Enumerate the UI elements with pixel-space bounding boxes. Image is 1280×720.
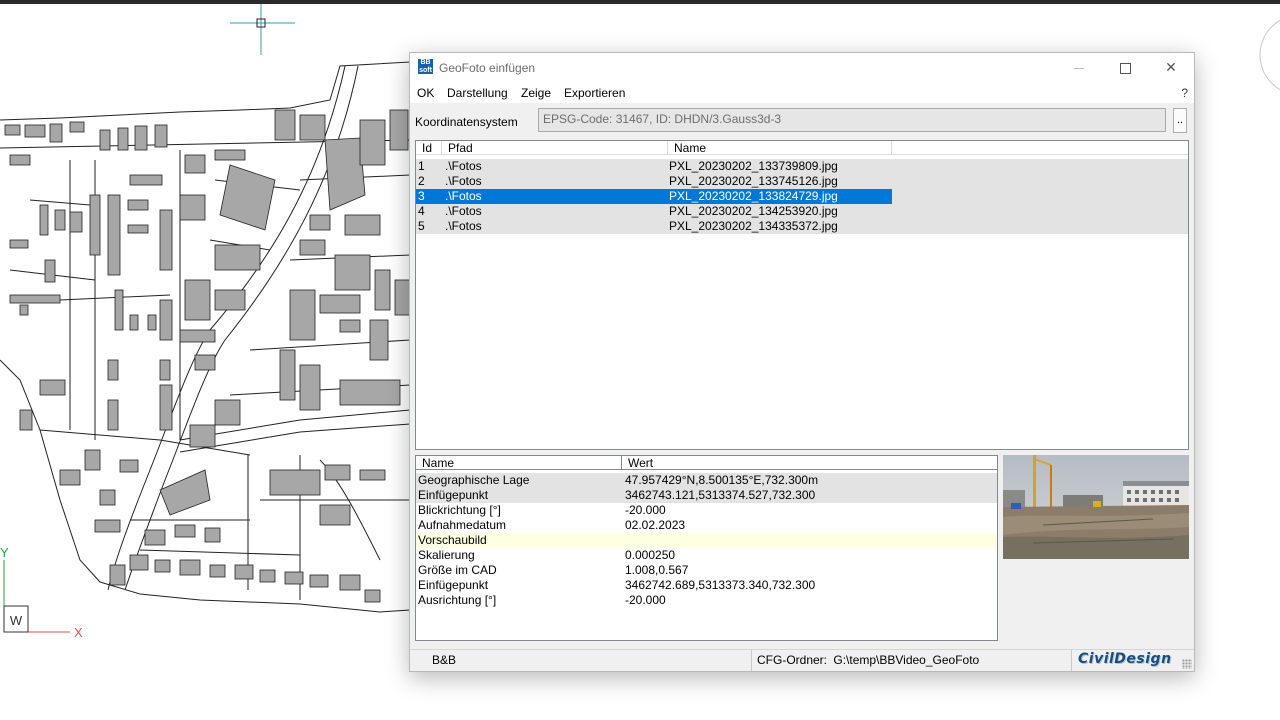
coord-system-label: Koordinatensystem [415,115,518,129]
prop-header-wert[interactable]: Wert [622,456,997,470]
property-value: 02.02.2023 [625,518,686,532]
photo-cell-name: PXL_20230202_134253920.jpg [669,204,838,218]
ucs-w-label: W [10,613,23,628]
minimize-button[interactable] [1056,53,1102,83]
ucs-x-label: X [74,625,83,640]
photo-cell-id: 2 [418,174,425,188]
crosshair-cursor [230,4,295,55]
property-value: -20.000 [625,593,666,607]
viewcube-compass[interactable] [1259,15,1280,95]
property-row[interactable]: Skalierung 0.000250 [416,548,997,563]
close-icon: ✕ [1165,59,1177,75]
photo-cell-name: PXL_20230202_133745126.jpg [669,174,838,188]
ucs-icon: W Y X [0,545,83,640]
photo-list-row[interactable]: 1 .\Fotos PXL_20230202_133739809.jpg [416,159,1188,174]
status-cfg-path: G:\temp\BBVideo_GeoFoto [833,653,980,667]
prop-header-name[interactable]: Name [416,456,622,470]
status-company: B&B [410,650,752,671]
property-value: 3462743.121,5313374.527,732.300 [625,488,816,502]
map-buildings [4,109,411,603]
title-bar[interactable]: BB soft GeoFoto einfügen ✕ [410,53,1194,83]
maximize-icon [1119,62,1131,74]
photo-list-row[interactable]: 4 .\Fotos PXL_20230202_134253920.jpg [416,204,1188,219]
photo-cell-path: .\Fotos [445,219,482,233]
property-row[interactable]: Einfügepunkt 3462743.121,5313374.527,732.… [416,488,997,503]
property-name: Skalierung [418,548,475,562]
property-name: Ausrichtung [°] [418,593,497,607]
property-row[interactable]: Ausrichtung [°] -20.000 [416,593,997,608]
col-header-pfad[interactable]: Pfad [442,141,668,155]
menu-zeige[interactable]: Zeige [521,86,551,100]
photo-row-filler [892,174,1188,189]
window-title: GeoFoto einfügen [439,61,536,75]
photo-cell-path: .\Fotos [445,159,482,173]
photo-cell-path: .\Fotos [445,189,482,203]
photo-cell-id: 4 [418,204,425,218]
col-header-filler [892,141,1188,155]
photo-row-filler [892,219,1188,234]
menu-ok[interactable]: OK [417,86,434,100]
property-row[interactable]: Größe im CAD 1.008,0.567 [416,563,997,578]
photo-row-filler [892,159,1188,174]
geofoto-dialog: BB soft GeoFoto einfügen ✕ OK Darstellung… [409,52,1195,672]
property-name: Geographische Lage [418,473,530,487]
photo-row-filler [892,189,1188,204]
property-row[interactable]: Vorschaubild [416,533,997,548]
coord-system-browse-button[interactable]: .. [1173,108,1187,133]
close-button[interactable]: ✕ [1148,53,1194,83]
property-value: 1.008,0.567 [625,563,689,577]
menu-exportieren[interactable]: Exportieren [564,86,625,100]
col-header-name[interactable]: Name [668,141,892,155]
status-cfg-label: CFG-Ordner: [757,653,828,667]
resize-grip-icon[interactable] [1182,659,1192,669]
property-row[interactable]: Geographische Lage 47.957429°N,8.500135°E… [416,473,997,488]
ucs-y-label: Y [0,545,9,560]
property-name: Aufnahmedatum [418,518,507,532]
bb-soft-app-icon: BB soft [418,59,433,74]
property-name: Blickrichtung [°] [418,503,501,517]
photo-list-row[interactable]: 3 .\Fotos PXL_20230202_133824729.jpg [416,189,1188,204]
status-cfg-folder: CFG-Ordner: G:\temp\BBVideo_GeoFoto [752,650,1072,671]
property-name: Vorschaubild [418,533,487,547]
property-value: 47.957429°N,8.500135°E,732.300m [625,473,819,487]
property-grid[interactable]: Name Wert Geographische Lage 47.957429°N,… [415,455,998,641]
photo-cell-id: 5 [418,219,425,233]
photo-list[interactable]: Id Pfad Name 1 .\Fotos PXL_20230202_133739… [415,140,1189,450]
maximize-button[interactable] [1102,53,1148,83]
property-row[interactable]: Blickrichtung [°] -20.000 [416,503,997,518]
status-bar: B&B CFG-Ordner: G:\temp\BBVideo_GeoFoto … [410,649,1194,671]
minimize-icon [1074,67,1084,69]
property-value: 3462742.689,5313373.340,732.300 [625,578,816,592]
photo-cell-name: PXL_20230202_134335372.jpg [669,219,838,233]
property-name: Größe im CAD [418,563,497,577]
property-value: 0.000250 [625,548,676,562]
coord-system-field[interactable]: EPSG-Code: 31467, ID: DHDN/3.Gauss3d-3 [538,108,1166,132]
photo-list-row[interactable]: 5 .\Fotos PXL_20230202_134335372.jpg [416,219,1188,234]
photo-cell-name: PXL_20230202_133739809.jpg [669,159,838,173]
photo-cell-path: .\Fotos [445,204,482,218]
photo-list-row[interactable]: 2 .\Fotos PXL_20230202_133745126.jpg [416,174,1188,189]
photo-cell-name: PXL_20230202_133824729.jpg [669,189,838,203]
property-name: Einfügepunkt [418,578,489,592]
civildesign-logo: CivilDesign [1078,651,1172,667]
photo-cell-path: .\Fotos [445,174,482,188]
photo-cell-id: 1 [418,159,425,173]
property-value: -20.000 [625,503,666,517]
col-header-id[interactable]: Id [416,141,442,155]
property-row[interactable]: Aufnahmedatum 02.02.2023 [416,518,997,533]
menu-darstellung[interactable]: Darstellung [447,86,508,100]
menu-bar: OK Darstellung Zeige Exportieren ? [410,83,1194,103]
help-menu[interactable]: ? [1181,86,1188,100]
property-row[interactable]: Einfügepunkt 3462742.689,5313373.340,732.… [416,578,997,593]
photo-cell-id: 3 [418,189,425,203]
photo-preview-image [1003,455,1189,559]
photo-row-filler [892,204,1188,219]
property-name: Einfügepunkt [418,488,489,502]
